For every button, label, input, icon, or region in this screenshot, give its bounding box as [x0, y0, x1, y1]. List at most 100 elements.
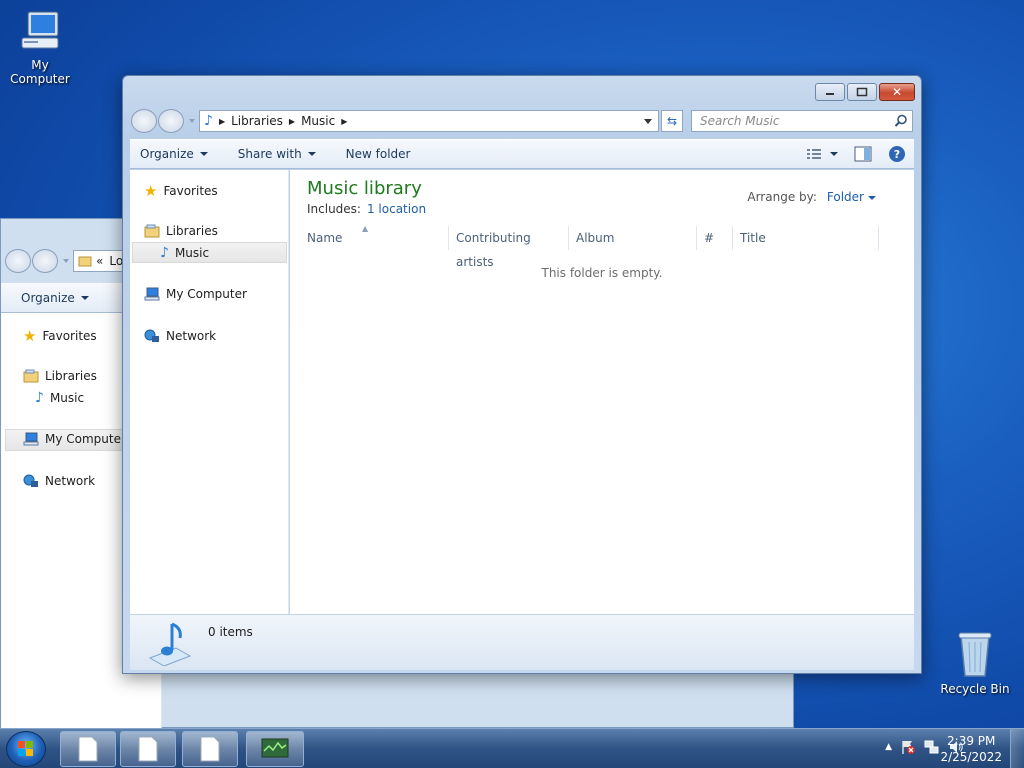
- music-note-icon: ♪: [35, 390, 44, 406]
- svg-text:?: ?: [894, 148, 900, 161]
- clock-date: 2/25/2022: [940, 750, 1002, 764]
- taskbar: ▲ 2:39 PM 2/25/2022: [0, 728, 1024, 768]
- nav-my-computer[interactable]: My Computer: [144, 287, 247, 301]
- column-headers: ▲ Name Contributing artists Album # Titl…: [300, 224, 885, 269]
- arrange-by-dropdown[interactable]: Folder: [827, 190, 876, 204]
- nav-selection-highlight: [132, 242, 287, 263]
- nav-label: My Computer: [45, 432, 126, 446]
- organize-label: Organize: [140, 147, 194, 161]
- forward-button[interactable]: [32, 249, 58, 273]
- show-desktop-button[interactable]: [1010, 729, 1024, 768]
- taskbar-button-document-3[interactable]: [182, 731, 238, 767]
- maximize-icon: [856, 87, 868, 97]
- back-button[interactable]: [5, 249, 31, 273]
- search-input[interactable]: Search Music: [691, 110, 913, 132]
- music-note-icon: ♪: [160, 245, 169, 261]
- system-clock[interactable]: 2:39 PM 2/25/2022: [940, 733, 1002, 765]
- arrange-by: Arrange by: Folder: [747, 190, 876, 204]
- nav-network[interactable]: Network: [144, 329, 216, 343]
- preview-pane-icon[interactable]: [854, 146, 872, 162]
- clock-time: 2:39 PM: [947, 734, 996, 748]
- start-button[interactable]: [6, 731, 46, 767]
- column-header-contributing-artists[interactable]: Contributing artists: [449, 226, 569, 269]
- maximize-button[interactable]: [847, 83, 877, 101]
- network-status-icon[interactable]: [924, 739, 940, 755]
- breadcrumb-music[interactable]: Music: [301, 114, 335, 128]
- minimize-icon: [826, 93, 834, 95]
- breadcrumb-libraries[interactable]: Libraries: [231, 114, 283, 128]
- address-dropdown-icon[interactable]: [644, 119, 652, 124]
- nav-label: Libraries: [166, 224, 218, 238]
- music-library-icon: [148, 622, 192, 666]
- address-prefix: «: [96, 254, 104, 268]
- nav-label: Network: [45, 474, 96, 488]
- system-monitor-icon: [261, 738, 289, 758]
- caret-down-icon: [868, 195, 876, 200]
- computer-icon: [23, 432, 39, 446]
- details-view-icon: [807, 149, 821, 159]
- network-icon: [144, 329, 159, 342]
- libraries-icon: [23, 369, 39, 383]
- recent-pages-dropdown-icon[interactable]: [189, 119, 195, 123]
- new-folder-button[interactable]: New folder: [346, 147, 411, 161]
- share-with-button[interactable]: Share with: [238, 147, 316, 161]
- includes-location-link[interactable]: 1 location: [367, 202, 426, 216]
- star-icon: ★: [23, 327, 37, 345]
- organize-button[interactable]: Organize: [140, 147, 208, 161]
- nav-libraries[interactable]: Libraries: [144, 224, 218, 238]
- nav-my-computer[interactable]: My Computer: [23, 432, 126, 446]
- computer-icon: [144, 287, 160, 301]
- action-center-flag-icon[interactable]: [900, 739, 916, 755]
- libraries-icon: [144, 224, 160, 238]
- desktop-icon-recycle-bin[interactable]: Recycle Bin: [935, 630, 1015, 696]
- music-library-window[interactable]: ✕ ♪ ▶ Libraries ▶ Music ▶ ⇆ Search Music…: [122, 75, 922, 674]
- column-header-album[interactable]: Album: [569, 226, 697, 250]
- forward-button[interactable]: [158, 109, 184, 133]
- column-header-title[interactable]: Title: [733, 226, 879, 250]
- back-button[interactable]: [131, 109, 157, 133]
- nav-music[interactable]: ♪ Music: [160, 245, 209, 261]
- nav-network[interactable]: Network: [23, 474, 95, 488]
- navigation-pane: ★ Favorites Libraries ♪ Music My Compute…: [130, 170, 289, 614]
- nav-favorites[interactable]: ★ Favorites: [144, 182, 218, 200]
- command-bar: Organize Share with New folder ?: [130, 139, 914, 169]
- star-icon: ★: [144, 182, 158, 200]
- includes-line: Includes: 1 location: [307, 202, 426, 216]
- nav-label: Favorites: [163, 184, 218, 198]
- breadcrumb-separator-icon[interactable]: ▶: [289, 117, 295, 126]
- file-list-area[interactable]: Music library Includes: 1 location Arrang…: [290, 170, 914, 614]
- show-hidden-icons-icon[interactable]: ▲: [885, 742, 892, 752]
- recent-pages-dropdown-icon[interactable]: [63, 259, 69, 263]
- refresh-button[interactable]: ⇆: [661, 110, 683, 132]
- nav-music[interactable]: ♪ Music: [35, 390, 84, 406]
- includes-label: Includes:: [307, 202, 361, 216]
- view-options-button[interactable]: [806, 148, 838, 160]
- caret-down-icon: [307, 152, 316, 156]
- column-header-name[interactable]: ▲ Name: [300, 224, 449, 250]
- nav-favorites[interactable]: ★ Favorites: [23, 327, 97, 345]
- column-label: Title: [740, 231, 766, 245]
- search-icon[interactable]: [894, 114, 908, 128]
- share-with-label: Share with: [237, 147, 302, 161]
- taskbar-button-document-2[interactable]: [120, 731, 176, 767]
- address-bar[interactable]: ♪ ▶ Libraries ▶ Music ▶: [199, 110, 659, 132]
- help-icon[interactable]: ?: [888, 145, 906, 163]
- nav-libraries[interactable]: Libraries: [23, 369, 97, 383]
- column-header-number[interactable]: #: [697, 226, 733, 250]
- taskbar-button-document-1[interactable]: [60, 731, 116, 767]
- new-folder-label: New folder: [345, 147, 411, 161]
- recycle-bin-icon: [958, 632, 992, 677]
- caret-down-icon: [80, 296, 89, 300]
- breadcrumb-separator-icon[interactable]: ▶: [341, 117, 347, 126]
- minimize-button[interactable]: [815, 83, 845, 101]
- close-button[interactable]: ✕: [879, 83, 915, 101]
- music-note-icon: ♪: [204, 113, 213, 129]
- nav-label: Libraries: [45, 369, 97, 383]
- desktop-icon-my-computer[interactable]: My Computer: [0, 8, 80, 86]
- taskbar-button-app[interactable]: [246, 731, 304, 767]
- organize-button[interactable]: Organize: [21, 291, 89, 305]
- breadcrumb-separator-icon[interactable]: ▶: [219, 117, 225, 126]
- close-icon: ✕: [891, 85, 903, 99]
- nav-label: Music: [174, 246, 210, 260]
- folder-icon: [78, 256, 92, 267]
